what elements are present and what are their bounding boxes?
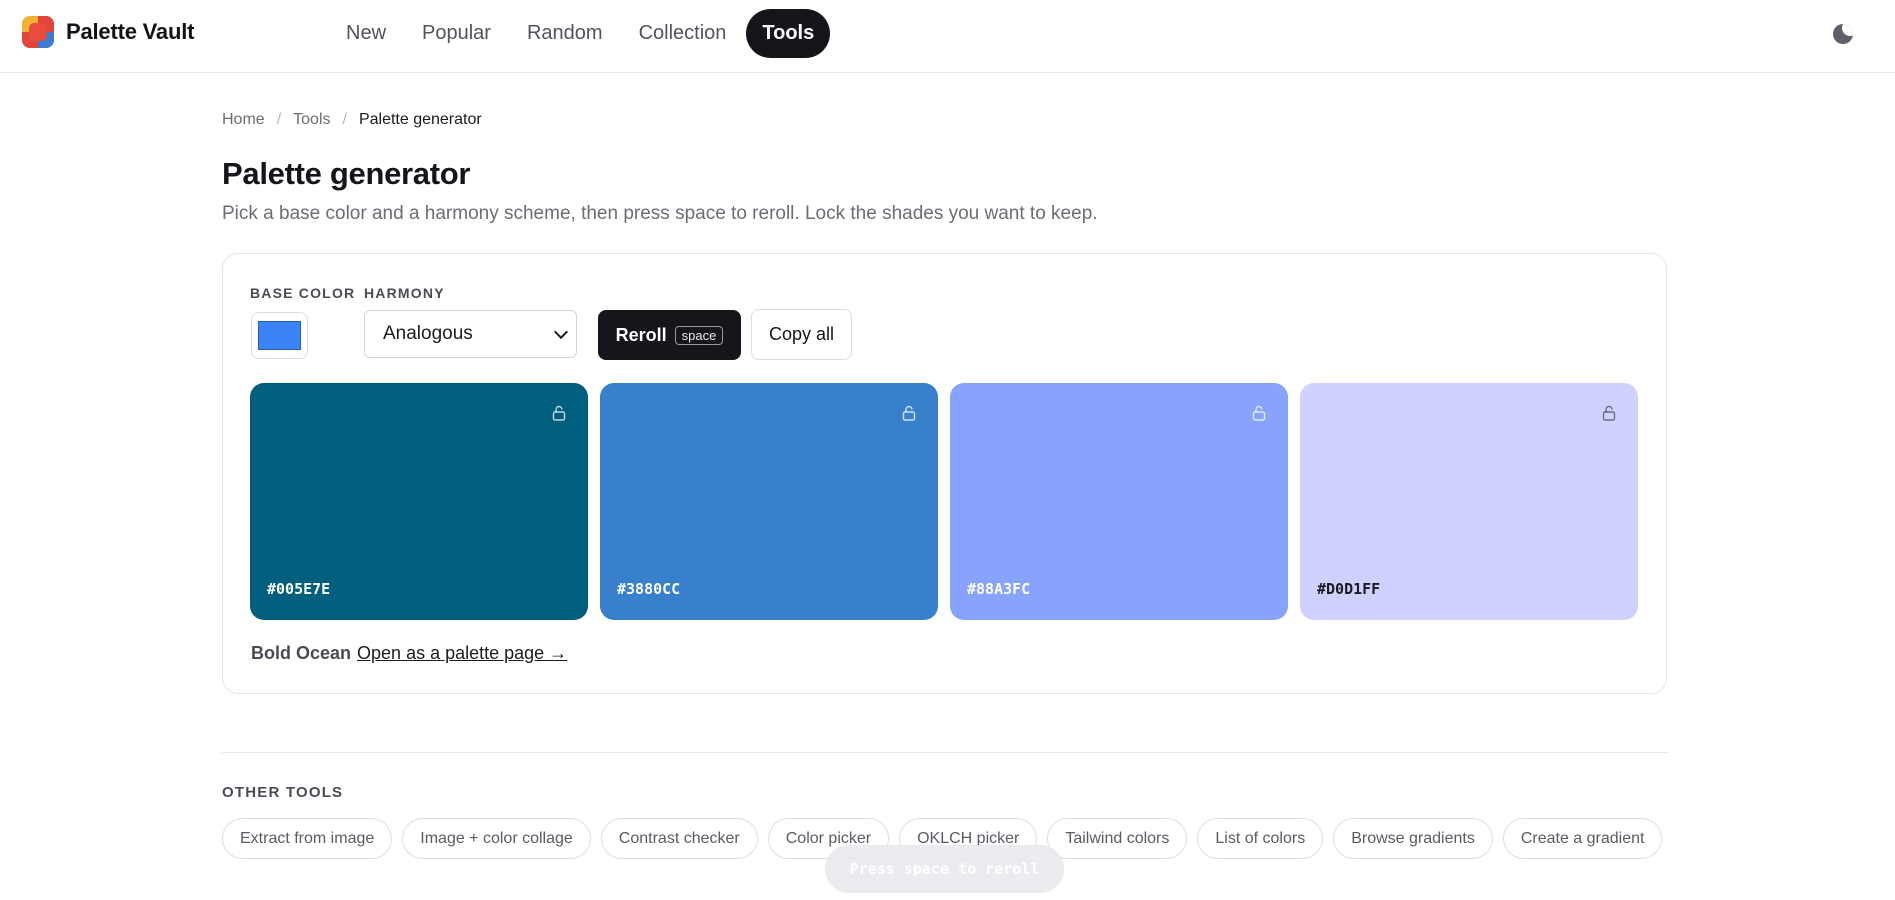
reroll-label: Reroll	[615, 324, 667, 345]
generator-card: BASE COLOR HARMONY Analogous Reroll spac…	[222, 253, 1667, 694]
unlock-icon[interactable]	[1252, 405, 1266, 421]
page-title: Palette generator	[222, 156, 471, 191]
page-subtitle: Pick a base color and a harmony scheme, …	[222, 203, 1098, 224]
harmony-selected-value: Analogous	[383, 323, 473, 344]
copy-all-button[interactable]: Copy all	[751, 309, 852, 360]
palette-meta: Bold Ocean Open as a palette page →	[251, 643, 567, 664]
tool-chip-image-color-collage[interactable]: Image + color collage	[402, 818, 591, 859]
color-swatch[interactable]: #D0D1FF	[1300, 383, 1638, 620]
base-color-label: BASE COLOR	[250, 285, 356, 301]
tool-chip-create-a-gradient[interactable]: Create a gradient	[1502, 818, 1663, 859]
top-navbar: Palette Vault New Popular Random Collect…	[0, 0, 1895, 73]
swatch-hex: #005E7E	[267, 580, 331, 598]
unlock-icon[interactable]	[902, 405, 916, 421]
brand-logo-link[interactable]: Palette Vault	[22, 16, 194, 48]
harmony-label: HARMONY	[364, 285, 445, 301]
section-divider	[222, 752, 1668, 753]
swatch-row: #005E7E #3880CC #88A3FC #D0D1FF	[250, 383, 1638, 620]
reroll-button[interactable]: Reroll space	[598, 310, 741, 360]
color-swatch[interactable]: #88A3FC	[950, 383, 1288, 620]
open-palette-page-link[interactable]: Open as a palette page →	[357, 643, 567, 664]
unlock-icon[interactable]	[1602, 405, 1616, 421]
base-color-input[interactable]	[251, 312, 308, 359]
swatch-hex: #D0D1FF	[1317, 580, 1381, 598]
tool-chip-browse-gradients[interactable]: Browse gradients	[1333, 818, 1493, 859]
nav-item-popular[interactable]: Popular	[406, 9, 507, 58]
harmony-select[interactable]: Analogous	[364, 310, 577, 358]
nav-item-random[interactable]: Random	[511, 9, 619, 58]
breadcrumb-tools[interactable]: Tools	[293, 111, 330, 129]
breadcrumb-separator: /	[342, 111, 347, 128]
color-swatch[interactable]: #005E7E	[250, 383, 588, 620]
palette-vault-logo-icon	[22, 16, 54, 48]
reroll-shortcut-badge: space	[674, 325, 724, 345]
brand-name: Palette Vault	[66, 19, 195, 44]
main-nav: New Popular Random Collection Tools	[330, 9, 831, 58]
tool-chip-extract-from-image[interactable]: Extract from image	[222, 818, 393, 859]
color-swatch[interactable]: #3880CC	[600, 383, 938, 620]
tool-chip-list-of-colors[interactable]: List of colors	[1197, 818, 1324, 859]
chevron-down-icon	[553, 324, 569, 340]
breadcrumb-separator: /	[276, 111, 282, 128]
swatch-hex: #3880CC	[617, 580, 681, 598]
tool-chip-tailwind-colors[interactable]: Tailwind colors	[1047, 818, 1188, 859]
swatch-hex: #88A3FC	[967, 580, 1031, 598]
breadcrumb-current: Palette generator	[358, 111, 482, 128]
moon-icon[interactable]	[1833, 24, 1853, 44]
reroll-hint-toast: Press space to reroll	[825, 845, 1064, 893]
palette-name: Bold Ocean	[251, 643, 352, 663]
nav-item-new[interactable]: New	[330, 9, 402, 58]
nav-item-collection[interactable]: Collection	[623, 9, 743, 58]
tool-chip-contrast-checker[interactable]: Contrast checker	[600, 818, 758, 859]
breadcrumb-home[interactable]: Home	[222, 111, 265, 129]
breadcrumb: Home / Tools / Palette generator	[222, 111, 482, 129]
other-tools-label: OTHER TOOLS	[222, 784, 344, 801]
base-color-preview	[258, 321, 301, 350]
unlock-icon[interactable]	[552, 405, 566, 421]
nav-item-tools[interactable]: Tools	[746, 9, 831, 58]
